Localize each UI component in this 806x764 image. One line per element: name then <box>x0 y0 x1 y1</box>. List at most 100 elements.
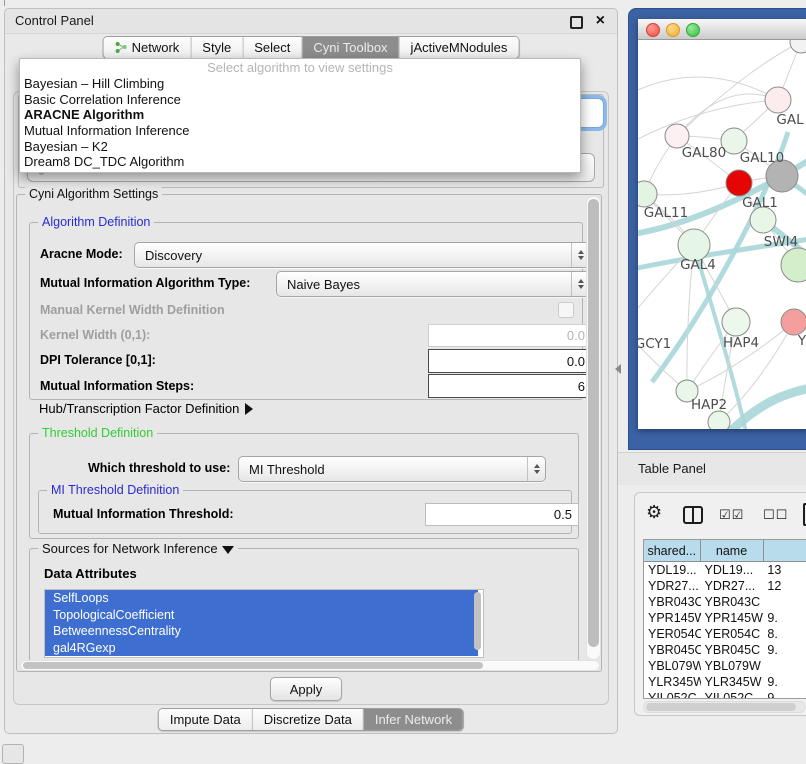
settings-horizontal-scrollbar[interactable] <box>20 660 600 671</box>
algorithm-option-dream8-dc-tdc-algorithm[interactable]: Dream8 DC_TDC Algorithm <box>20 154 580 170</box>
network-node-gal1[interactable] <box>726 170 752 196</box>
table-row[interactable]: YER054CYER054C8. <box>644 626 806 642</box>
network-node-label: GAL10 <box>740 150 784 166</box>
apply-button[interactable]: Apply <box>270 677 342 701</box>
table-row[interactable]: YPR145WYPR145W9. <box>644 610 806 626</box>
attribute-item-selfloops[interactable]: SelfLoops <box>45 590 478 607</box>
network-edge <box>638 77 778 100</box>
attribute-item-betweennesscentrality[interactable]: BetweennessCentrality <box>45 623 478 640</box>
tab-infer-network[interactable]: Infer Network <box>363 709 463 730</box>
table-row[interactable]: YDL19...YDL19...13 <box>644 562 806 578</box>
network-node-label: GAL80 <box>682 145 726 161</box>
spinner-arrows-icon <box>527 457 545 481</box>
network-node-y[interactable] <box>781 309 806 335</box>
which-threshold-value: MI Threshold <box>249 462 325 477</box>
cell <box>763 594 806 610</box>
cyni-algorithm-settings-title: Cyni Algorithm Settings <box>25 187 162 201</box>
data-attributes-list[interactable]: SelfLoopsTopologicalCoefficientBetweenne… <box>44 589 484 658</box>
dpi-tolerance-value: 0.0 <box>567 354 585 369</box>
mi-algorithm-type-value: Naive Bayes <box>287 277 360 292</box>
column-header-name[interactable]: name <box>701 540 764 561</box>
table-body: YDL19...YDL19...13YDR27...YDR27...12YBR0… <box>644 562 806 698</box>
cell: 9. <box>763 642 806 658</box>
mi-steps-field[interactable]: 6 <box>428 374 592 398</box>
tab-network[interactable]: Network <box>104 37 191 58</box>
sources-title[interactable]: Sources for Network Inference <box>38 541 238 556</box>
column-header-shared[interactable]: shared... <box>644 540 701 561</box>
hub-definition-label: Hub/Transcription Factor Definition <box>39 401 239 416</box>
tab-style[interactable]: Style <box>190 37 242 58</box>
dpi-tolerance-field[interactable]: 0.0 <box>428 349 592 373</box>
table-row[interactable]: YLR345WYLR345W9. <box>644 674 806 690</box>
table-row[interactable]: YBR043CYBR043C <box>644 594 806 610</box>
tab-network-label: Network <box>132 40 180 55</box>
column-header-col2[interactable] <box>764 540 806 561</box>
network-node[interactable] <box>790 40 806 53</box>
mi-threshold-label: Mutual Information Threshold: <box>53 507 234 521</box>
close-window-icon[interactable] <box>646 23 660 37</box>
algorithm-option-bayesian-hill-climbing[interactable]: Bayesian – Hill Climbing <box>20 76 580 92</box>
algorithm-option-aracne-algorithm[interactable]: ARACNE Algorithm <box>20 107 580 123</box>
corner-panel-button[interactable] <box>2 744 24 764</box>
kernel-width-field[interactable]: 0.0 <box>428 324 592 347</box>
attribute-item-gal4rgexp[interactable]: gal4RGexp <box>45 640 478 657</box>
sources-group: Sources for Network Inference Data Attri… <box>29 548 579 667</box>
tab-cyni-toolbox[interactable]: Cyni Toolbox <box>301 37 398 58</box>
splitter-collapse-icon[interactable] <box>615 364 621 374</box>
manual-kernel-width-checkbox[interactable] <box>558 302 574 318</box>
deselect-all-icon[interactable]: ☐☐ <box>763 507 788 523</box>
list-vertical-scrollbar[interactable] <box>473 592 482 655</box>
mi-algorithm-type-combo[interactable]: Naive Bayes <box>276 271 590 297</box>
algorithm-option-basic-correlation-inference[interactable]: Basic Correlation Inference <box>20 92 580 108</box>
cell: YBR043C <box>644 594 701 610</box>
expand-right-icon <box>245 403 253 415</box>
table-row[interactable]: YIL052CYIL052C9. <box>644 690 806 698</box>
select-all-icon[interactable]: ☑☑ <box>719 507 744 523</box>
gear-icon[interactable]: ⚙ <box>646 502 662 523</box>
network-node-label: SWI4 <box>764 234 799 250</box>
network-node[interactable] <box>781 248 806 282</box>
cell: YPR145W <box>701 610 764 626</box>
mi-steps-label: Mutual Information Steps: <box>40 379 194 393</box>
hub-definition-toggle[interactable]: Hub/Transcription Factor Definition <box>39 401 253 416</box>
mi-threshold-field[interactable]: 0.5 <box>425 503 579 526</box>
network-node-hap4[interactable] <box>722 308 750 336</box>
algorithm-option-mutual-information-inference[interactable]: Mutual Information Inference <box>20 123 580 139</box>
tab-discretize-data[interactable]: Discretize Data <box>252 709 363 730</box>
table-panel-titlebar: Table Panel <box>618 452 806 485</box>
which-threshold-combo[interactable]: MI Threshold <box>238 456 546 482</box>
tab-impute-data[interactable]: Impute Data <box>159 709 252 730</box>
float-panel-icon[interactable] <box>570 16 583 29</box>
table-row[interactable]: YBR045CYBR045C9. <box>644 642 806 658</box>
split-columns-icon[interactable] <box>683 506 703 524</box>
network-window: GALGAL80GAL10GAL1GAL11SWI4GAL4HAP4YGCY1H… <box>638 19 806 429</box>
cell: YBL079W <box>644 658 701 674</box>
mi-threshold-group: MI Threshold Definition Mutual Informati… <box>38 490 572 534</box>
network-node[interactable] <box>708 411 730 429</box>
minimize-window-icon[interactable] <box>666 23 680 37</box>
table-horizontal-scrollbar[interactable] <box>643 701 805 713</box>
mi-threshold-group-title: MI Threshold Definition <box>47 483 183 497</box>
network-node-label: GAL <box>776 112 804 128</box>
network-node-label: GAL4 <box>680 257 716 273</box>
tab-select[interactable]: Select <box>242 37 301 58</box>
cell: YIL052C <box>701 690 764 698</box>
control-panel-title: Control Panel <box>15 13 94 28</box>
table-row[interactable]: YDR27...YDR27...12 <box>644 578 806 594</box>
network-node-gal[interactable] <box>765 87 791 113</box>
aracne-mode-combo[interactable]: Discovery <box>134 242 590 268</box>
cell: YLR345W <box>644 674 701 690</box>
network-canvas[interactable]: GALGAL80GAL10GAL1GAL11SWI4GAL4HAP4YGCY1H… <box>638 40 806 429</box>
cell: 8. <box>763 626 806 642</box>
close-panel-icon[interactable]: × <box>596 11 605 31</box>
attribute-item-topologicalcoefficient[interactable]: TopologicalCoefficient <box>45 607 478 624</box>
aracne-mode-value: Discovery <box>145 248 202 263</box>
cell: YBR043C <box>701 594 764 610</box>
aracne-mode-label: Aracne Mode: <box>40 247 123 261</box>
tab-jactivemnodules[interactable]: jActiveMNodules <box>399 37 519 58</box>
algorithm-option-bayesian-k2[interactable]: Bayesian – K2 <box>20 139 580 155</box>
table-row[interactable]: YBL079WYBL079W <box>644 658 806 674</box>
zoom-window-icon[interactable] <box>686 23 700 37</box>
settings-vertical-scrollbar[interactable] <box>586 196 601 660</box>
kernel-width-value: 0.0 <box>567 328 585 343</box>
